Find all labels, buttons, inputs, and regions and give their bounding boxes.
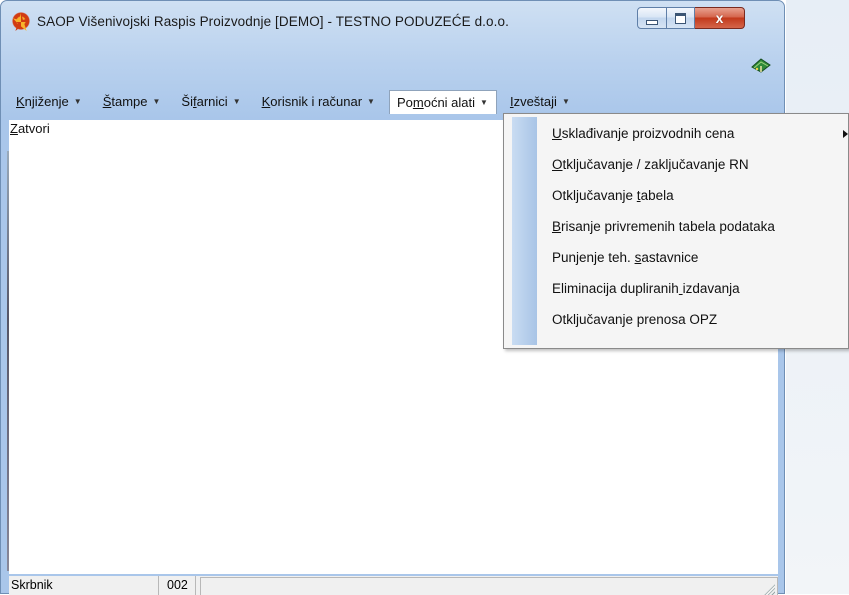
window-left-edge bbox=[7, 151, 9, 571]
status-user: Skrbnik bbox=[9, 576, 159, 595]
chevron-down-icon: ▼ bbox=[152, 96, 161, 106]
menu-pomoćni-alati[interactable]: Pomoćni alati ▼ bbox=[388, 90, 497, 114]
window-title: SAOP Višenivojski Raspis Proizvodnje [DE… bbox=[37, 14, 509, 29]
saop-logo-icon[interactable] bbox=[11, 12, 31, 32]
book-icon[interactable] bbox=[750, 57, 772, 74]
pomocni-alati-dropdown: Usklađivanje proizvodnih cena Otključavan… bbox=[503, 113, 849, 349]
dropdown-item[interactable]: Punjenje teh. sastavnice bbox=[552, 248, 698, 268]
menu-label: Štampe bbox=[102, 93, 148, 109]
submenu-arrow-icon bbox=[843, 130, 848, 138]
dropdown-item[interactable]: Otključavanje / zaključavanje RN bbox=[552, 155, 749, 175]
menu-label: Knjiženje bbox=[16, 93, 69, 109]
chevron-down-icon: ▼ bbox=[367, 96, 375, 106]
menu-šifarnici[interactable]: Šifarnici ▼ bbox=[174, 90, 248, 112]
dropdown-item[interactable]: Otključavanje prenosa OPZ bbox=[552, 310, 717, 330]
close-button[interactable]: x bbox=[695, 7, 745, 29]
menu-izveštaji[interactable]: Izveštaji ▼ bbox=[503, 90, 578, 112]
menu-gutter bbox=[512, 117, 537, 345]
title-bar[interactable]: SAOP Višenivojski Raspis Proizvodnje [DE… bbox=[1, 1, 784, 41]
menu-label: Šifarnici bbox=[181, 93, 228, 109]
dropdown-item[interactable]: Usklađivanje proizvodnih cena bbox=[552, 124, 734, 144]
minimize-icon bbox=[646, 19, 658, 25]
status-message bbox=[200, 576, 778, 595]
menu-knjiženje[interactable]: Knjiženje ▼ bbox=[9, 90, 90, 112]
dropdown-item[interactable]: Eliminacija dupliranih izdavanja bbox=[552, 279, 740, 299]
menu-bar: Knjiženje ▼ Štampe ▼ Šifarnici ▼ Korisnik i ra… bbox=[9, 89, 584, 114]
minimize-button[interactable] bbox=[637, 7, 667, 29]
chevron-down-icon: ▼ bbox=[232, 96, 241, 106]
caption-buttons: x bbox=[637, 7, 745, 29]
menu-label: Pomoćni alati bbox=[396, 95, 476, 110]
resize-grip-icon[interactable] bbox=[763, 582, 775, 595]
menu-label: Korisnik i računar bbox=[261, 93, 363, 109]
chevron-down-icon: ▼ bbox=[73, 96, 82, 106]
chevron-down-icon: ▼ bbox=[480, 98, 488, 107]
chevron-down-icon: ▼ bbox=[561, 96, 570, 106]
maximize-icon bbox=[675, 12, 686, 24]
menu-label: Izveštaji bbox=[509, 93, 557, 109]
status-code: 002 bbox=[159, 576, 196, 595]
zatvori-button[interactable]: Zatvori bbox=[10, 121, 50, 136]
menu-korisnik-i-računar[interactable]: Korisnik i računar ▼ bbox=[255, 90, 383, 112]
close-icon: x bbox=[715, 10, 724, 26]
maximize-button[interactable] bbox=[667, 7, 695, 29]
dropdown-item[interactable]: Otključavanje tabela bbox=[552, 186, 674, 206]
menu-štampe[interactable]: Štampe ▼ bbox=[96, 90, 169, 112]
status-bar: Skrbnik 002 bbox=[9, 576, 778, 595]
dropdown-item[interactable]: Brisanje privremenih tabela podataka bbox=[552, 217, 775, 237]
